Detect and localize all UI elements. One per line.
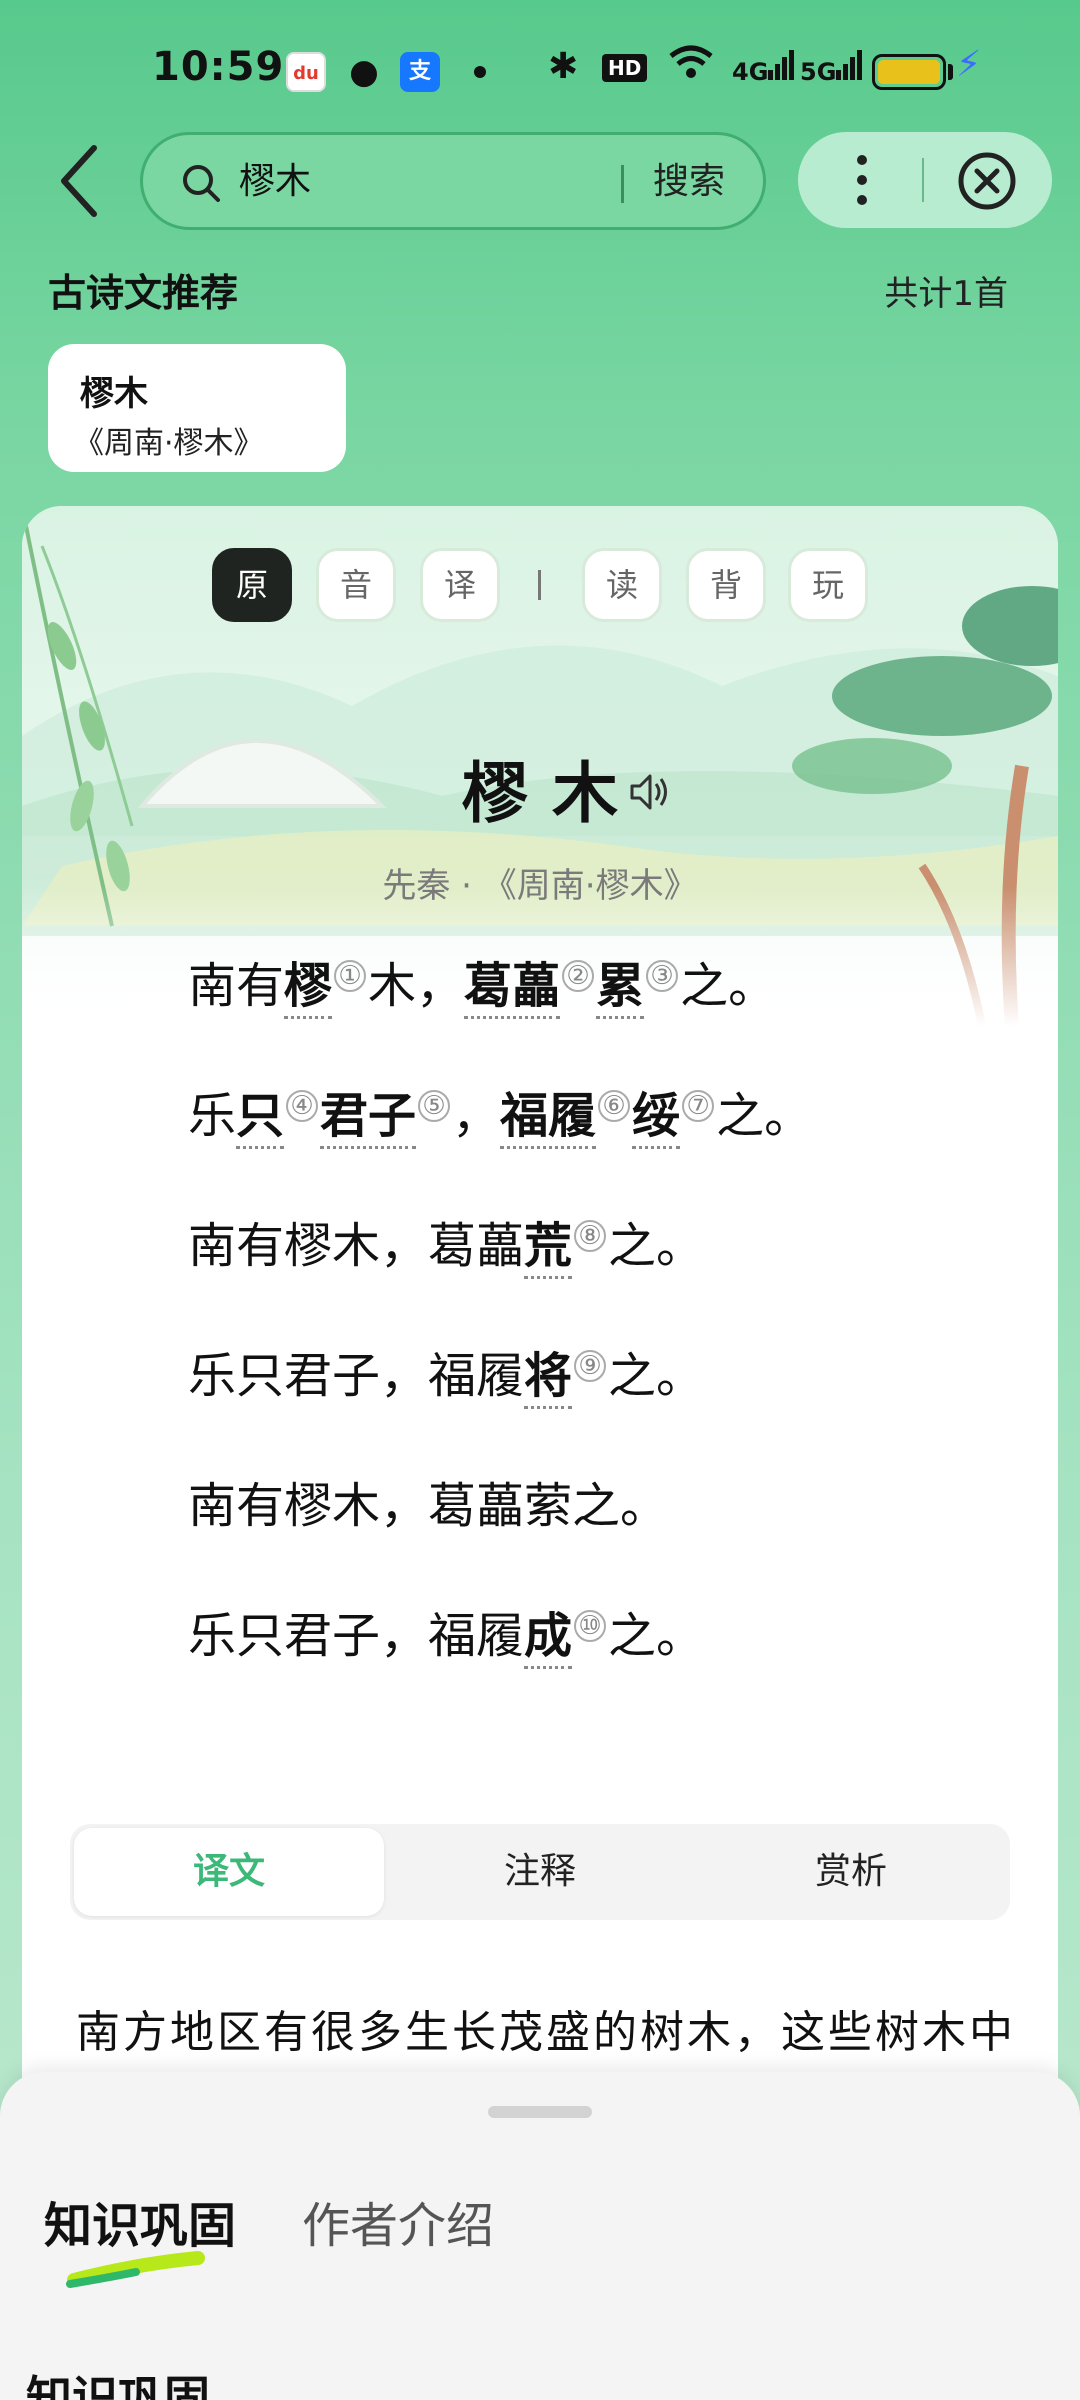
- poem-text: 之。: [608, 1218, 705, 1274]
- poem-line: 乐只君子，福履将 ⑨ 之。: [188, 1316, 988, 1446]
- poem-body: 南有樛 ① 木，葛藟 ② 累 ③ 之。 乐只 ④ 君子 ⑤ ，福履 ⑥ 绥 ⑦ 之。 南有樛木，葛藟荒 ⑧ 之。 乐只…: [188, 926, 988, 1706]
- search-bar[interactable]: 樛木 搜索: [140, 132, 766, 230]
- signal-4g-label: 4G: [732, 58, 769, 86]
- charging-icon: ⚡: [956, 44, 982, 85]
- active-tab-indicator: [66, 2251, 205, 2288]
- wifi-icon: [668, 44, 714, 89]
- more-icon[interactable]: [852, 150, 872, 210]
- poem-text: 南有樛木，葛藟萦之。: [188, 1478, 669, 1534]
- annotated-word[interactable]: 福履: [500, 1088, 597, 1149]
- status-time: 10:59: [152, 44, 285, 90]
- annotated-word[interactable]: 累: [596, 958, 645, 1019]
- bluetooth-icon: ✱: [548, 46, 579, 87]
- annotated-word[interactable]: 将: [524, 1348, 573, 1409]
- recommend-card-title: 樛木: [80, 374, 148, 414]
- tab-appreciation[interactable]: 赏析: [696, 1828, 1006, 1916]
- poem-text: 木，: [368, 958, 465, 1014]
- poem-text: 乐只君子，福履: [188, 1348, 525, 1404]
- poem-title: 樛木: [462, 755, 642, 832]
- annotation-marker[interactable]: ②: [562, 960, 595, 992]
- close-icon[interactable]: [956, 150, 1018, 212]
- poem-line: 南有樛木，葛藟荒 ⑧ 之。: [188, 1186, 988, 1316]
- annotated-word[interactable]: 只: [236, 1088, 285, 1149]
- back-button[interactable]: [54, 136, 124, 226]
- hd-voice-badge: HD: [602, 54, 648, 82]
- search-input[interactable]: 樛木: [239, 157, 311, 207]
- poem-text: ，: [452, 1088, 501, 1144]
- search-divider: [621, 165, 624, 203]
- annotation-marker[interactable]: ⑩: [574, 1610, 607, 1642]
- battery-cap: [948, 64, 953, 80]
- annotation-marker[interactable]: ④: [286, 1090, 319, 1122]
- annotation-marker[interactable]: ⑤: [418, 1090, 451, 1122]
- search-button[interactable]: 搜索: [653, 157, 725, 207]
- annotated-word[interactable]: 葛藟: [464, 958, 561, 1019]
- mode-tab-original[interactable]: 原: [212, 548, 292, 622]
- poem-text: 南有: [188, 958, 285, 1014]
- status-bar: 10:59 du ● 支 ✱ HD 4G 5G ⚡: [0, 0, 1080, 140]
- tab-translation[interactable]: 译文: [74, 1828, 384, 1916]
- recommend-count: 共计1首: [884, 274, 1008, 314]
- mode-tab-divider: [538, 570, 541, 600]
- recommend-card-subtitle: 《周南·樛木》: [74, 426, 264, 461]
- tab-author-intro[interactable]: 作者介绍: [302, 2186, 494, 2256]
- mode-tab-translate[interactable]: 译: [420, 548, 500, 622]
- poem-text: 之。: [716, 1088, 813, 1144]
- tab-notes[interactable]: 注释: [385, 1828, 695, 1916]
- annotation-marker[interactable]: ③: [646, 960, 679, 992]
- signal-5g-icon: 5G: [800, 50, 864, 86]
- poem-text: 之。: [680, 958, 777, 1014]
- poem-text: 南有樛木，葛藟: [188, 1218, 525, 1274]
- miniapp-capsule: [798, 132, 1052, 228]
- speaker-icon[interactable]: [626, 768, 674, 816]
- annotated-word[interactable]: 成: [524, 1608, 573, 1669]
- drag-handle[interactable]: [488, 2106, 592, 2118]
- mode-tab-play[interactable]: 玩: [788, 548, 868, 622]
- poem-text: 乐: [188, 1088, 237, 1144]
- annotation-marker[interactable]: ⑦: [682, 1090, 715, 1122]
- poem-text: 之。: [608, 1348, 705, 1404]
- tab-knowledge-review[interactable]: 知识巩固: [44, 2186, 236, 2256]
- poem-line: 南有樛木，葛藟萦之。: [188, 1446, 988, 1576]
- annotated-word[interactable]: 荒: [524, 1218, 573, 1279]
- recommend-card[interactable]: 樛木 《周南·樛木》: [48, 344, 346, 472]
- poem-line: 南有樛 ① 木，葛藟 ② 累 ③ 之。: [188, 926, 988, 1056]
- content-tab-bar: 译文 注释 赏析: [70, 1824, 1010, 1920]
- recommend-title: 古诗文推荐: [48, 271, 239, 315]
- wechat-icon: ●: [349, 52, 379, 92]
- alipay-icon: 支: [400, 52, 440, 92]
- annotation-marker[interactable]: ①: [334, 960, 367, 992]
- chevron-left-icon: [61, 145, 97, 217]
- battery-icon: [872, 54, 946, 90]
- translation-text: 南方地区有很多生长茂盛的树木，这些树木中: [76, 2007, 1016, 2058]
- capsule-divider: [922, 158, 924, 202]
- poem-line: 乐只君子，福履成 ⑩ 之。: [188, 1576, 988, 1706]
- annotated-word[interactable]: 君子: [320, 1088, 417, 1149]
- mode-tab-recite[interactable]: 背: [686, 548, 766, 622]
- annotation-marker[interactable]: ⑧: [574, 1220, 607, 1252]
- mode-tab-pinyin[interactable]: 音: [316, 548, 396, 622]
- baidu-icon: du: [286, 52, 326, 92]
- annotation-marker[interactable]: ⑨: [574, 1350, 607, 1382]
- poem-line: 乐只 ④ 君子 ⑤ ，福履 ⑥ 绥 ⑦ 之。: [188, 1056, 988, 1186]
- search-icon: [183, 165, 220, 202]
- mode-tab-read[interactable]: 读: [582, 548, 662, 622]
- poem-text: 乐只君子，福履: [188, 1608, 525, 1664]
- mode-tab-bar: 原 音 译 读 背 玩: [22, 548, 1058, 624]
- poem-author-source: 先秦 · 《周南·樛木》: [382, 866, 698, 906]
- poem-text: 之。: [608, 1608, 705, 1664]
- signal-4g-icon: 4G: [732, 50, 796, 86]
- annotated-word[interactable]: 绥: [632, 1088, 681, 1149]
- notification-dot-icon: [474, 66, 486, 78]
- bottom-sheet: 知识巩固 作者介绍 知识巩固: [0, 2072, 1080, 2400]
- annotation-marker[interactable]: ⑥: [598, 1090, 631, 1122]
- knowledge-review-heading: 知识巩固: [26, 2371, 210, 2400]
- signal-5g-label: 5G: [800, 58, 837, 86]
- annotated-word[interactable]: 樛: [284, 958, 333, 1019]
